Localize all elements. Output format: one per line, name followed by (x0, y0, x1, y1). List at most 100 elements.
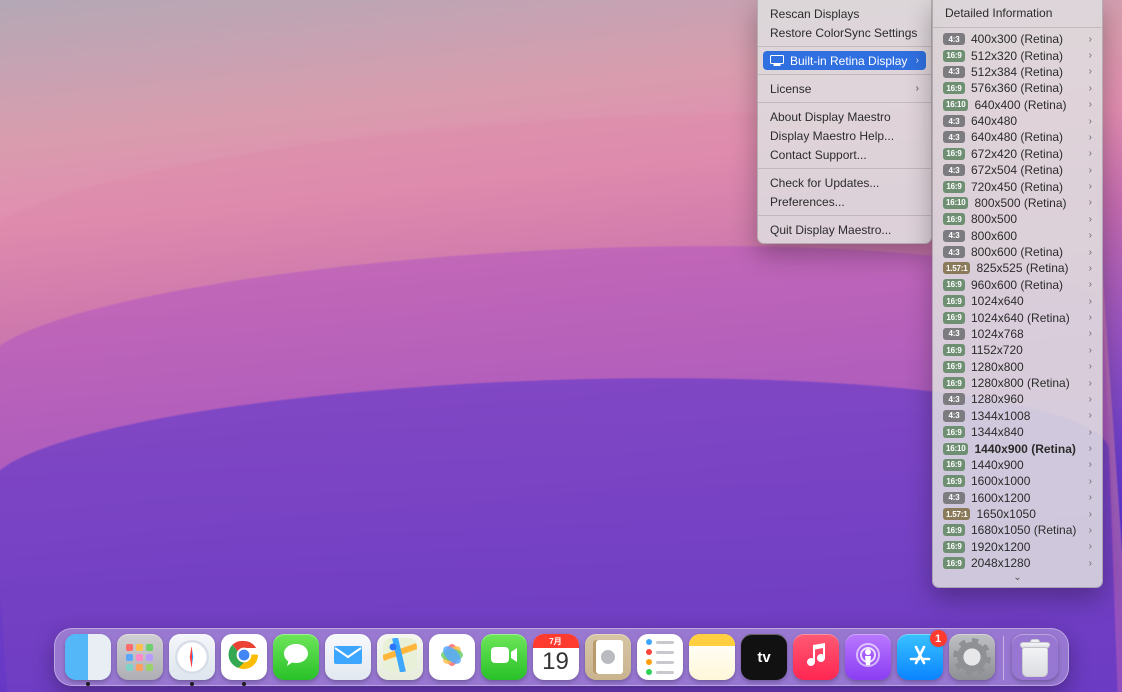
dock-app-launchpad[interactable] (117, 634, 163, 680)
resolution-item[interactable]: 4:3400x300 (Retina)› (933, 31, 1102, 47)
chevron-right-icon: › (1089, 214, 1092, 225)
menu-item-quit[interactable]: Quit Display Maestro... (758, 220, 931, 239)
chevron-right-icon: › (1089, 525, 1092, 536)
menu-item-label: Contact Support... (770, 148, 919, 162)
menu-item-check-updates[interactable]: Check for Updates... (758, 173, 931, 192)
resolution-item[interactable]: 16:91280x800 (Retina)› (933, 375, 1102, 391)
calendar-day-label: 19 (542, 648, 569, 676)
chevron-right-icon: › (1089, 541, 1092, 552)
dock-app-calendar[interactable]: 7月 19 (533, 634, 579, 680)
chevron-right-icon: › (1089, 230, 1092, 241)
chevron-right-icon: › (1089, 361, 1092, 372)
aspect-ratio-badge: 16:9 (943, 181, 965, 193)
resolution-item[interactable]: 16:9512x320 (Retina)› (933, 47, 1102, 63)
resolution-item[interactable]: 16:91280x800› (933, 359, 1102, 375)
resolution-label: 672x504 (Retina) (971, 163, 1089, 177)
resolution-item[interactable]: 16:91920x1200› (933, 539, 1102, 555)
resolution-label: 1280x800 (971, 360, 1089, 374)
resolution-item[interactable]: 16:9672x420 (Retina)› (933, 146, 1102, 162)
resolution-label: 800x500 (971, 212, 1089, 226)
aspect-ratio-badge: 4:3 (943, 328, 965, 340)
resolution-item[interactable]: 16:91024x640› (933, 293, 1102, 309)
aspect-ratio-badge: 16:10 (943, 99, 968, 111)
submenu-header[interactable]: Detailed Information (933, 4, 1102, 24)
chevron-right-icon: › (1089, 558, 1092, 569)
resolution-item[interactable]: 16:10800x500 (Retina)› (933, 195, 1102, 211)
resolution-item[interactable]: 16:91152x720› (933, 342, 1102, 358)
dock-app-podcasts[interactable] (845, 634, 891, 680)
chevron-right-icon: › (1089, 296, 1092, 307)
dock-app-reminders[interactable] (637, 634, 683, 680)
messages-icon (281, 641, 311, 674)
resolution-item[interactable]: 1.57:11650x1050› (933, 506, 1102, 522)
resolution-label: 512x384 (Retina) (971, 65, 1089, 79)
resolution-item[interactable]: 16:9720x450 (Retina)› (933, 178, 1102, 194)
menu-item-contact-support[interactable]: Contact Support... (758, 145, 931, 164)
resolution-label: 1280x800 (Retina) (971, 376, 1089, 390)
chevron-right-icon: › (1089, 181, 1092, 192)
resolution-item[interactable]: 16:91680x1050 (Retina)› (933, 522, 1102, 538)
menu-item-preferences[interactable]: Preferences... (758, 192, 931, 211)
menu-item-builtin-display[interactable]: Built-in Retina Display › (763, 51, 926, 70)
resolution-item[interactable]: 4:31024x768› (933, 326, 1102, 342)
chevron-right-icon: › (1089, 492, 1092, 503)
resolution-item[interactable]: 16:91440x900› (933, 457, 1102, 473)
menu-separator (758, 215, 931, 216)
resolution-item[interactable]: 16:91024x640 (Retina)› (933, 309, 1102, 325)
resolution-item[interactable]: 4:31600x1200› (933, 490, 1102, 506)
resolution-item[interactable]: 16:92048x1280› (933, 555, 1102, 571)
running-indicator (190, 682, 194, 686)
dock-app-contacts[interactable] (585, 634, 631, 680)
resolution-item[interactable]: 4:3 640x480 (Retina)› (933, 129, 1102, 145)
aspect-ratio-badge: 16:9 (943, 82, 965, 94)
aspect-ratio-badge: 16:9 (943, 377, 965, 389)
resolution-item[interactable]: 16:101440x900 (Retina)› (933, 440, 1102, 456)
menu-item-rescan[interactable]: Rescan Displays (758, 4, 931, 23)
resolution-item[interactable]: 4:3640x480› (933, 113, 1102, 129)
calendar-month-label: 7月 (533, 634, 579, 648)
resolution-item[interactable]: 16:9960x600 (Retina)› (933, 277, 1102, 293)
notes-icon (689, 634, 735, 646)
resolution-item[interactable]: 4:3800x600› (933, 228, 1102, 244)
dock-app-system-preferences[interactable] (949, 634, 995, 680)
menu-item-help[interactable]: Display Maestro Help... (758, 126, 931, 145)
aspect-ratio-badge: 4:3 (943, 131, 965, 143)
scroll-more-indicator[interactable]: ⌄ (933, 571, 1102, 585)
dock-app-chrome[interactable] (221, 634, 267, 680)
resolution-item[interactable]: 4:3672x504 (Retina)› (933, 162, 1102, 178)
dock-app-maps[interactable] (377, 634, 423, 680)
dock-app-photos[interactable] (429, 634, 475, 680)
chevron-right-icon: › (1089, 132, 1092, 143)
menu-item-license[interactable]: License › (758, 79, 931, 98)
chevron-right-icon: › (1089, 66, 1092, 77)
dock-app-messages[interactable] (273, 634, 319, 680)
resolution-item[interactable]: 16:9576x360 (Retina)› (933, 80, 1102, 96)
dock-app-tv[interactable]: tv (741, 634, 787, 680)
dock-app-safari[interactable] (169, 634, 215, 680)
aspect-ratio-badge: 16:9 (943, 312, 965, 324)
resolution-item[interactable]: 16:9800x500› (933, 211, 1102, 227)
dock-divider (1003, 636, 1004, 680)
resolution-item[interactable]: 16:91600x1000› (933, 473, 1102, 489)
menu-item-restore-colorsync[interactable]: Restore ColorSync Settings (758, 23, 931, 42)
resolution-item[interactable]: 4:3512x384 (Retina)› (933, 64, 1102, 80)
dock-app-notes[interactable] (689, 634, 735, 680)
resolution-item[interactable]: 4:3800x600 (Retina)› (933, 244, 1102, 260)
dock-app-facetime[interactable] (481, 634, 527, 680)
dock-app-music[interactable] (793, 634, 839, 680)
resolution-item[interactable]: 16:10640x400 (Retina)› (933, 97, 1102, 113)
resolution-item[interactable]: 4:31280x960› (933, 391, 1102, 407)
resolution-item[interactable]: 1.57:1825x525 (Retina)› (933, 260, 1102, 276)
resolution-label: 1600x1000 (971, 474, 1089, 488)
menu-item-about[interactable]: About Display Maestro (758, 107, 931, 126)
desktop: Rescan Displays Restore ColorSync Settin… (0, 0, 1122, 692)
resolution-label: 2048x1280 (971, 556, 1089, 570)
dock-app-mail[interactable] (325, 634, 371, 680)
dock-app-appstore[interactable]: 1 (897, 634, 943, 680)
resolution-label: 640x480 (Retina) (971, 130, 1089, 144)
dock-app-finder[interactable] (65, 634, 111, 680)
resolution-item[interactable]: 4:31344x1008› (933, 408, 1102, 424)
chevron-right-icon: › (1089, 279, 1092, 290)
resolution-item[interactable]: 16:91344x840› (933, 424, 1102, 440)
dock-trash[interactable] (1012, 634, 1058, 680)
